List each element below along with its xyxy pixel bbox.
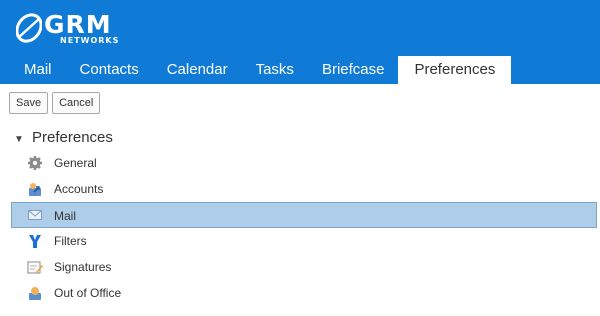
tree-item-signatures[interactable]: Signatures bbox=[0, 254, 600, 280]
tree-item-label: General bbox=[54, 156, 97, 170]
toolbar: Save Cancel bbox=[9, 92, 101, 114]
tree-item-label: Mail bbox=[54, 209, 77, 223]
tree-item-label: Out of Office bbox=[54, 286, 122, 300]
tree-root[interactable]: ▼ Preferences bbox=[0, 126, 600, 150]
out-of-office-icon bbox=[29, 287, 41, 300]
cancel-button[interactable]: Cancel bbox=[52, 92, 101, 114]
logo-name: GRM bbox=[44, 9, 112, 39]
tab-preferences[interactable]: Preferences bbox=[398, 56, 512, 84]
tree-item-label: Accounts bbox=[54, 182, 104, 196]
logo-swoosh-icon bbox=[16, 13, 42, 43]
tab-calendar[interactable]: Calendar bbox=[153, 56, 242, 84]
tree-item-accounts[interactable]: Accounts bbox=[0, 176, 600, 202]
main-tabs: Mail Contacts Calendar Tasks Briefcase P… bbox=[10, 56, 512, 84]
tab-contacts[interactable]: Contacts bbox=[66, 56, 153, 84]
preferences-tree: ▼ Preferences General Accounts Mail Filt… bbox=[0, 126, 600, 306]
tree-item-filters[interactable]: Filters bbox=[0, 228, 600, 254]
tree-root-label: Preferences bbox=[32, 129, 113, 146]
tree-item-label: Signatures bbox=[54, 260, 112, 274]
tab-briefcase[interactable]: Briefcase bbox=[308, 56, 399, 84]
tree-item-general[interactable]: General bbox=[0, 150, 600, 176]
tree-item-mail[interactable]: Mail bbox=[11, 202, 597, 228]
filter-icon bbox=[29, 235, 41, 248]
tab-mail[interactable]: Mail bbox=[10, 56, 66, 84]
tab-tasks[interactable]: Tasks bbox=[242, 56, 308, 84]
gear-icon bbox=[28, 156, 42, 170]
save-button[interactable]: Save bbox=[9, 92, 49, 114]
signature-icon bbox=[27, 261, 43, 274]
app-header: GRM NETWORKS Mail Contacts Calendar Task… bbox=[0, 0, 600, 84]
tree-item-label: Filters bbox=[54, 234, 87, 248]
logo-subtitle: NETWORKS bbox=[60, 35, 120, 45]
envelope-icon bbox=[28, 210, 42, 220]
accounts-icon bbox=[29, 183, 41, 196]
caret-down-icon[interactable]: ▼ bbox=[14, 128, 26, 152]
logo: GRM NETWORKS bbox=[16, 8, 119, 48]
tree-item-out-of-office[interactable]: Out of Office bbox=[0, 280, 600, 306]
